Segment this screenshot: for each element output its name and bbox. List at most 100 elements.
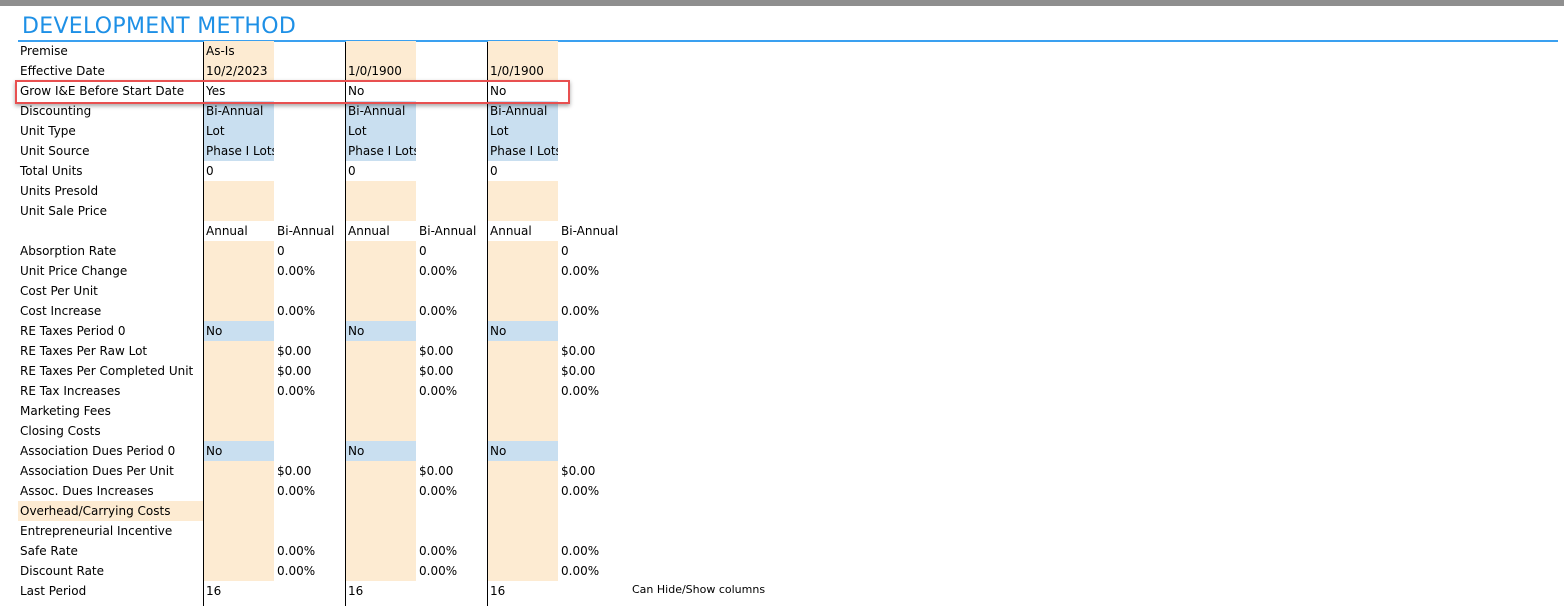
unit-source-scenario-1[interactable]: Phase I Lots: [204, 141, 274, 161]
closing-costs-bi-annual-1[interactable]: [275, 421, 345, 441]
cost-increase-annual-1[interactable]: [204, 301, 274, 321]
overhead-carrying-bi-annual-2[interactable]: [417, 501, 487, 521]
safe-rate-bi-annual-3[interactable]: 0.00%: [559, 541, 629, 561]
re-taxes-raw-lot-bi-annual-1[interactable]: $0.00: [275, 341, 345, 361]
closing-costs-annual-2[interactable]: [346, 421, 416, 441]
unit-price-change-bi-annual-2[interactable]: 0.00%: [417, 261, 487, 281]
discount-rate-bi-annual-1[interactable]: 0.00%: [275, 561, 345, 581]
absorption-rate-annual-2[interactable]: [346, 241, 416, 261]
cost-increase-bi-annual-2[interactable]: 0.00%: [417, 301, 487, 321]
absorption-rate-annual-1[interactable]: [204, 241, 274, 261]
re-taxes-completed-bi-annual-1[interactable]: $0.00: [275, 361, 345, 381]
unit-source-scenario-3[interactable]: Phase I Lots: [488, 141, 558, 161]
marketing-fees-bi-annual-2[interactable]: [417, 401, 487, 421]
assoc-dues-per-unit-bi-annual-1[interactable]: $0.00: [275, 461, 345, 481]
re-taxes-period-0-scenario-2[interactable]: No: [346, 321, 416, 341]
unit-type-scenario-1[interactable]: Lot: [204, 121, 274, 141]
total-units-scenario-2[interactable]: 0: [346, 161, 416, 181]
absorption-rate-bi-annual-2[interactable]: 0: [417, 241, 487, 261]
marketing-fees-annual-1[interactable]: [204, 401, 274, 421]
assoc-dues-increases-bi-annual-3[interactable]: 0.00%: [559, 481, 629, 501]
overhead-carrying-bi-annual-1[interactable]: [275, 501, 345, 521]
discount-rate-bi-annual-2[interactable]: 0.00%: [417, 561, 487, 581]
unit-sale-price-scenario-3[interactable]: [488, 201, 558, 221]
unit-sale-price-scenario-2[interactable]: [346, 201, 416, 221]
re-tax-increases-bi-annual-1[interactable]: 0.00%: [275, 381, 345, 401]
discount-rate-bi-annual-3[interactable]: 0.00%: [559, 561, 629, 581]
cost-per-unit-annual-2[interactable]: [346, 281, 416, 301]
cost-per-unit-bi-annual-2[interactable]: [417, 281, 487, 301]
closing-costs-annual-3[interactable]: [488, 421, 558, 441]
unit-type-scenario-2[interactable]: Lot: [346, 121, 416, 141]
entrepreneurial-incentive-annual-1[interactable]: [204, 521, 274, 541]
units-presold-scenario-2[interactable]: [346, 181, 416, 201]
units-presold-scenario-1[interactable]: [204, 181, 274, 201]
safe-rate-annual-3[interactable]: [488, 541, 558, 561]
assoc-dues-per-unit-bi-annual-3[interactable]: $0.00: [559, 461, 629, 481]
discounting-scenario-3[interactable]: Bi-Annual: [488, 101, 558, 121]
re-tax-increases-annual-2[interactable]: [346, 381, 416, 401]
re-taxes-completed-annual-2[interactable]: [346, 361, 416, 381]
closing-costs-annual-1[interactable]: [204, 421, 274, 441]
unit-price-change-bi-annual-1[interactable]: 0.00%: [275, 261, 345, 281]
safe-rate-annual-2[interactable]: [346, 541, 416, 561]
unit-sale-price-scenario-1[interactable]: [204, 201, 274, 221]
re-tax-increases-bi-annual-3[interactable]: 0.00%: [559, 381, 629, 401]
last-period-scenario-2[interactable]: 16: [346, 581, 416, 601]
overhead-carrying-annual-2[interactable]: [346, 501, 416, 521]
marketing-fees-annual-3[interactable]: [488, 401, 558, 421]
entrepreneurial-incentive-bi-annual-2[interactable]: [417, 521, 487, 541]
cost-increase-bi-annual-3[interactable]: 0.00%: [559, 301, 629, 321]
re-tax-increases-annual-1[interactable]: [204, 381, 274, 401]
assoc-dues-period-0-scenario-3[interactable]: No: [488, 441, 558, 461]
marketing-fees-annual-2[interactable]: [346, 401, 416, 421]
re-taxes-raw-lot-annual-2[interactable]: [346, 341, 416, 361]
overhead-carrying-bi-annual-3[interactable]: [559, 501, 629, 521]
discount-rate-annual-3[interactable]: [488, 561, 558, 581]
re-tax-increases-annual-3[interactable]: [488, 381, 558, 401]
overhead-carrying-annual-1[interactable]: [204, 501, 274, 521]
re-taxes-raw-lot-annual-1[interactable]: [204, 341, 274, 361]
cost-per-unit-annual-3[interactable]: [488, 281, 558, 301]
discount-rate-annual-1[interactable]: [204, 561, 274, 581]
re-taxes-raw-lot-bi-annual-3[interactable]: $0.00: [559, 341, 629, 361]
premise-scenario-2[interactable]: [346, 41, 416, 61]
marketing-fees-bi-annual-1[interactable]: [275, 401, 345, 421]
discounting-scenario-1[interactable]: Bi-Annual: [204, 101, 274, 121]
closing-costs-bi-annual-2[interactable]: [417, 421, 487, 441]
closing-costs-bi-annual-3[interactable]: [559, 421, 629, 441]
assoc-dues-increases-annual-3[interactable]: [488, 481, 558, 501]
unit-source-scenario-2[interactable]: Phase I Lots: [346, 141, 416, 161]
total-units-scenario-1[interactable]: 0: [204, 161, 274, 181]
total-units-scenario-3[interactable]: 0: [488, 161, 558, 181]
safe-rate-bi-annual-1[interactable]: 0.00%: [275, 541, 345, 561]
cost-per-unit-bi-annual-1[interactable]: [275, 281, 345, 301]
units-presold-scenario-3[interactable]: [488, 181, 558, 201]
discounting-scenario-2[interactable]: Bi-Annual: [346, 101, 416, 121]
assoc-dues-increases-bi-annual-2[interactable]: 0.00%: [417, 481, 487, 501]
unit-price-change-annual-2[interactable]: [346, 261, 416, 281]
effective-date-scenario-3[interactable]: 1/0/1900: [488, 61, 558, 81]
assoc-dues-per-unit-bi-annual-2[interactable]: $0.00: [417, 461, 487, 481]
unit-price-change-annual-1[interactable]: [204, 261, 274, 281]
absorption-rate-annual-3[interactable]: [488, 241, 558, 261]
re-taxes-completed-annual-1[interactable]: [204, 361, 274, 381]
re-taxes-completed-bi-annual-3[interactable]: $0.00: [559, 361, 629, 381]
assoc-dues-period-0-scenario-1[interactable]: No: [204, 441, 274, 461]
re-taxes-period-0-scenario-3[interactable]: No: [488, 321, 558, 341]
cost-per-unit-annual-1[interactable]: [204, 281, 274, 301]
last-period-scenario-3[interactable]: 16: [488, 581, 558, 601]
entrepreneurial-incentive-bi-annual-3[interactable]: [559, 521, 629, 541]
re-taxes-raw-lot-annual-3[interactable]: [488, 341, 558, 361]
absorption-rate-bi-annual-3[interactable]: 0: [559, 241, 629, 261]
marketing-fees-bi-annual-3[interactable]: [559, 401, 629, 421]
safe-rate-bi-annual-2[interactable]: 0.00%: [417, 541, 487, 561]
overhead-carrying-annual-3[interactable]: [488, 501, 558, 521]
re-taxes-period-0-scenario-1[interactable]: No: [204, 321, 274, 341]
re-tax-increases-bi-annual-2[interactable]: 0.00%: [417, 381, 487, 401]
re-taxes-completed-annual-3[interactable]: [488, 361, 558, 381]
safe-rate-annual-1[interactable]: [204, 541, 274, 561]
absorption-rate-bi-annual-1[interactable]: 0: [275, 241, 345, 261]
unit-type-scenario-3[interactable]: Lot: [488, 121, 558, 141]
discount-rate-annual-2[interactable]: [346, 561, 416, 581]
